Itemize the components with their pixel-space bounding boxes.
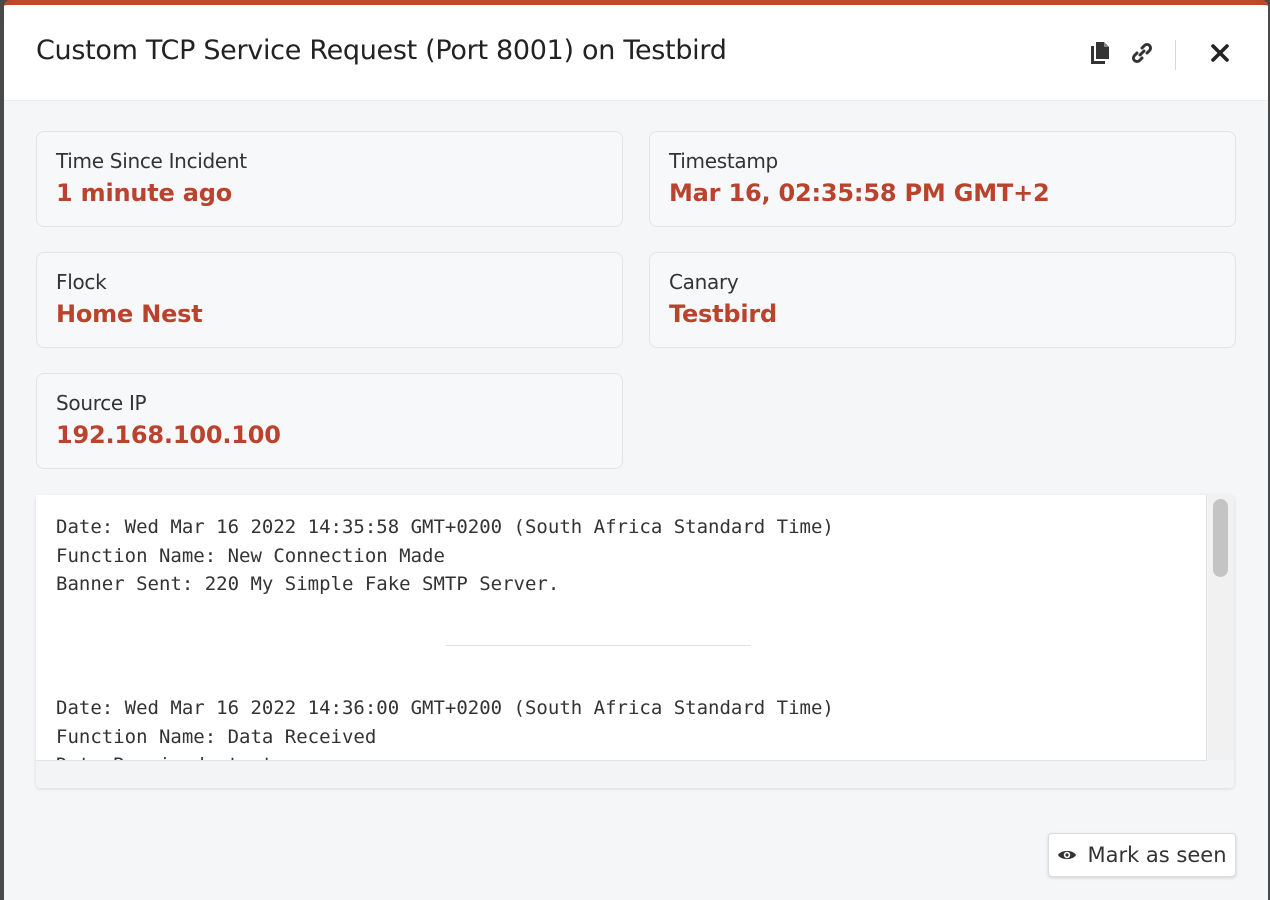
source-ip-card: Source IP 192.168.100.100 bbox=[36, 373, 623, 469]
flock-card: Flock Home Nest bbox=[36, 252, 623, 348]
link-button[interactable] bbox=[1126, 35, 1158, 71]
log-entry: Date: Wed Mar 16 2022 14:36:00 GMT+0200 … bbox=[56, 694, 834, 760]
source-ip-value: 192.168.100.100 bbox=[56, 421, 281, 449]
canary-label: Canary bbox=[669, 270, 739, 294]
copy-icon bbox=[1091, 42, 1109, 64]
log-scrollbar-thumb[interactable] bbox=[1213, 499, 1228, 577]
log-scroll-area[interactable]: Date: Wed Mar 16 2022 14:35:58 GMT+0200 … bbox=[36, 495, 1207, 761]
timestamp-card: Timestamp Mar 16, 02:35:58 PM GMT+2 bbox=[649, 131, 1236, 227]
modal-header: Custom TCP Service Request (Port 8001) o… bbox=[4, 5, 1268, 101]
log-panel: Date: Wed Mar 16 2022 14:35:58 GMT+0200 … bbox=[36, 495, 1234, 788]
incident-modal: Custom TCP Service Request (Port 8001) o… bbox=[4, 0, 1268, 900]
canary-value: Testbird bbox=[669, 300, 778, 328]
link-icon bbox=[1131, 42, 1153, 64]
mark-as-seen-button[interactable]: Mark as seen bbox=[1048, 833, 1236, 877]
time-since-card: Time Since Incident 1 minute ago bbox=[36, 131, 623, 227]
log-date: Date: Wed Mar 16 2022 14:35:58 GMT+0200 … bbox=[56, 516, 834, 538]
timestamp-value: Mar 16, 02:35:58 PM GMT+2 bbox=[669, 179, 1050, 207]
log-entry: Date: Wed Mar 16 2022 14:35:58 GMT+0200 … bbox=[56, 513, 834, 599]
log-function: Function Name: New Connection Made bbox=[56, 544, 445, 567]
log-separator bbox=[446, 645, 751, 646]
log-detail: Banner Sent: 220 My Simple Fake SMTP Ser… bbox=[56, 573, 560, 595]
copy-button[interactable] bbox=[1084, 35, 1116, 71]
flock-label: Flock bbox=[56, 270, 107, 294]
close-icon bbox=[1211, 44, 1229, 62]
log-date: Date: Wed Mar 16 2022 14:36:00 GMT+0200 … bbox=[56, 697, 834, 719]
mark-as-seen-label: Mark as seen bbox=[1087, 843, 1227, 867]
eye-icon bbox=[1058, 850, 1077, 860]
canary-card: Canary Testbird bbox=[649, 252, 1236, 348]
flock-value: Home Nest bbox=[56, 300, 203, 328]
time-since-value: 1 minute ago bbox=[56, 179, 233, 207]
time-since-label: Time Since Incident bbox=[56, 149, 247, 173]
source-ip-label: Source IP bbox=[56, 391, 147, 415]
close-button[interactable] bbox=[1204, 35, 1236, 71]
log-function: Function Name: Data Received bbox=[56, 725, 377, 748]
log-detail: Data Received: test bbox=[56, 751, 834, 760]
timestamp-label: Timestamp bbox=[669, 149, 778, 173]
modal-title: Custom TCP Service Request (Port 8001) o… bbox=[36, 35, 727, 66]
header-divider bbox=[1175, 40, 1176, 70]
